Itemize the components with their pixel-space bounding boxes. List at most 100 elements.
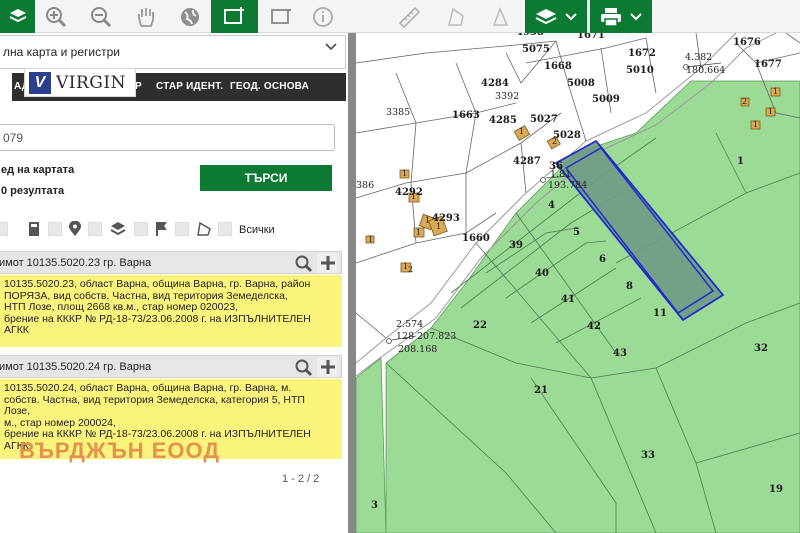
parcel-label: 386 [356, 180, 375, 191]
filter-checkbox[interactable] [175, 222, 189, 236]
tab-active-marker[interactable] [0, 73, 12, 101]
parcel-label: 21 [534, 385, 548, 396]
building-label: 1 [768, 107, 774, 116]
add-to-selection-icon[interactable] [317, 357, 339, 377]
parcel-label: 32 [754, 343, 768, 354]
print-dropdown[interactable] [590, 0, 652, 33]
building-icon [29, 222, 39, 236]
clear-selection-button[interactable] [262, 0, 302, 33]
parcel-label: 4292 [395, 187, 423, 198]
parcel-label: 5010 [626, 65, 654, 76]
parcel-label: 4287 [513, 156, 541, 167]
filter-bar: Всички [0, 220, 346, 242]
parcel-label: 4958 [516, 33, 544, 38]
map-register-select[interactable]: лна карта и регистри [0, 35, 346, 69]
building-label: 1 [425, 216, 431, 225]
chevron-down-icon [630, 12, 642, 20]
measure-area-button[interactable] [440, 0, 472, 33]
select-area-button[interactable] [211, 0, 258, 33]
result-line: 10135.5020.23, област Варна, община Варн… [4, 278, 311, 290]
logo-text: VIRGIN [56, 72, 126, 93]
draw-polygon-button[interactable] [484, 0, 516, 33]
building-label: 1 [416, 228, 422, 237]
measure-distance-button[interactable] [393, 0, 425, 33]
parcel-label: 8 [626, 281, 633, 292]
add-to-selection-icon[interactable] [317, 253, 339, 273]
result-title: имот 10135.5020.24 гр. Варна [0, 360, 152, 373]
parcel-label: 5027 [530, 114, 558, 125]
zoom-to-icon[interactable] [295, 359, 313, 377]
parcel-label: 11 [653, 308, 667, 319]
result-header[interactable]: имот 10135.5020.24 гр. Варна [0, 355, 342, 378]
base-layers-dropdown[interactable] [525, 0, 587, 33]
panel-splitter[interactable] [348, 33, 356, 533]
parcel-label: 41 [561, 294, 575, 305]
survey-value: 207.823 [417, 331, 457, 342]
building-label: 1 [519, 127, 525, 136]
deselect-rectangle-icon [271, 8, 291, 24]
parcel-label: 1663 [452, 110, 480, 121]
results-count: 0 резултата [1, 185, 65, 197]
globe-icon [181, 7, 199, 26]
layers-icon [9, 8, 26, 22]
globe-button[interactable] [174, 0, 206, 33]
chevron-down-icon [325, 43, 337, 51]
polygon-icon [448, 7, 464, 26]
survey-value: 180.664 [686, 65, 726, 76]
result-title: имот 10135.5020.23 гр. Варна [0, 256, 152, 269]
cadastral-map[interactable]: 1 4 5 6 8 11 19 21 22 3 32 33 39 40 41 4… [356, 33, 800, 533]
parcel-label: 3385 [386, 107, 411, 118]
zoom-to-icon[interactable] [295, 255, 313, 273]
pan-button[interactable] [130, 0, 162, 33]
building-label: 1 [402, 169, 408, 178]
survey-value: 2.574 [396, 319, 424, 330]
layers-icon [110, 222, 126, 236]
filter-checkbox[interactable] [48, 222, 62, 236]
parcel-label: 1677 [754, 59, 782, 70]
app-root: лна карта и регистри АД Р СТАР ИДЕНТ. ГЕ… [0, 0, 800, 533]
parcel-label: 6 [599, 254, 606, 265]
zoom-in-icon [46, 6, 67, 27]
parcel-label: 4 [548, 200, 555, 211]
filter-checkbox[interactable] [88, 222, 102, 236]
building-label: 2 [408, 265, 414, 274]
tab-geodetic-base[interactable]: ГЕОД. ОСНОВА [230, 73, 320, 101]
filter-checkbox[interactable] [0, 222, 8, 236]
parcel-label: 4285 [489, 115, 517, 126]
zoom-out-icon [91, 6, 112, 27]
flag-icon [156, 222, 167, 236]
search-on-map-label[interactable]: ед на картата [1, 164, 74, 176]
filter-checkbox[interactable] [134, 222, 148, 236]
hand-icon [138, 7, 154, 27]
tab-cadastre[interactable]: Р [135, 73, 153, 101]
parcel-label: 5 [573, 227, 580, 238]
tab-old-identifier[interactable]: СТАР ИДЕНТ. [156, 73, 224, 101]
parcel-label: 1671 [577, 33, 605, 41]
chevron-down-icon [565, 12, 577, 20]
result-line: брение на КККР № РД-18-73/23.06.2008 г. … [4, 312, 311, 325]
select-all-checkbox[interactable] [218, 222, 232, 236]
parcel-label: 5075 [522, 44, 550, 55]
survey-value: 193.784 [548, 180, 588, 191]
result-header[interactable]: имот 10135.5020.23 гр. Варна [0, 251, 342, 274]
info-button[interactable] [307, 0, 339, 33]
parcel-label: 1 [737, 156, 744, 167]
select-all-label: Всички [239, 224, 275, 236]
company-watermark: ВЪРДЖЪН ЕООД [19, 438, 220, 463]
parcel-label: 3392 [495, 91, 520, 102]
layers-toggle-button[interactable] [0, 0, 35, 33]
building-label: 1 [753, 120, 759, 129]
parcel-label: 19 [769, 484, 783, 495]
select-rectangle-icon [223, 6, 244, 24]
stacked-layers-icon [535, 8, 557, 24]
parcel-label: 5008 [567, 78, 595, 89]
parcel-label: 4284 [481, 78, 509, 89]
toolbar [0, 0, 800, 33]
search-input[interactable] [0, 124, 335, 151]
logo-mark: V [29, 71, 51, 94]
pagination-label: 1 - 2 / 2 [282, 473, 320, 485]
zoom-in-button[interactable] [40, 0, 72, 33]
zoom-out-button[interactable] [85, 0, 117, 33]
search-button[interactable]: ТЪРСИ [200, 165, 332, 191]
building-label: 1 [368, 235, 374, 244]
